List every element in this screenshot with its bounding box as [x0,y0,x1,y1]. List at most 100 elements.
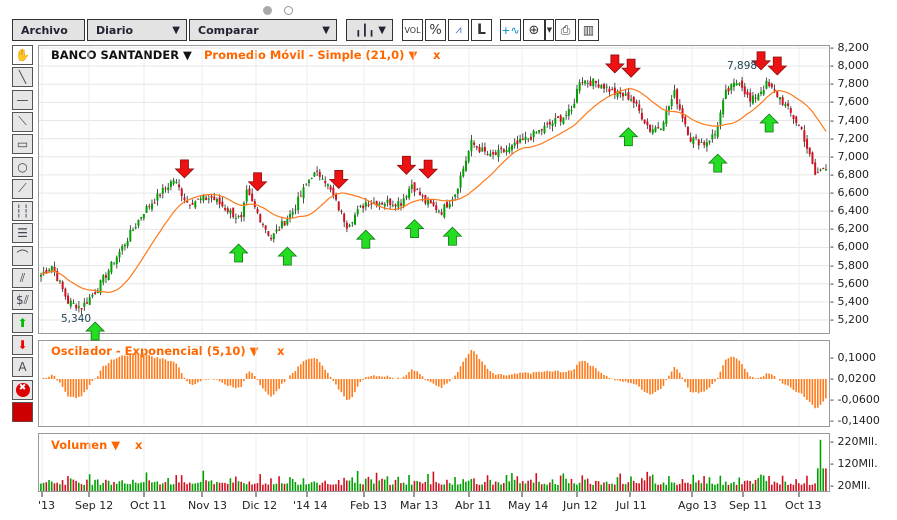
price-tick-label: - 8,000 [830,59,869,73]
volume-bar [638,483,640,491]
oscillator-bar [467,353,470,379]
sell-signal-arrow [328,169,349,189]
oscillator-bar [754,378,757,379]
volume-bar [578,482,581,491]
oscillator-bar [608,377,611,379]
oscillator-bar [532,372,535,379]
oscillator-bar [819,379,822,405]
candle-body [600,85,603,89]
oscillator-bar [378,376,381,379]
oscillator-bar [364,377,367,379]
oscillator-bar [234,379,237,389]
volume-bar [519,483,521,491]
volume-bar [670,482,673,491]
volume-bar [272,484,275,491]
candle-body [630,99,633,101]
candle-body [751,95,754,104]
candle-body [632,96,635,104]
volume-bar [142,482,145,491]
volume-bar [335,484,337,491]
candle-body [578,82,581,91]
volume-bar [270,478,272,491]
volume-bar [668,476,670,491]
sell-signal-arrow [418,159,439,179]
candle-body [337,201,340,211]
candle-body [505,150,508,153]
volume-bar [132,479,134,491]
candle-body [275,229,278,232]
oscillator-bar [513,373,516,379]
candle-body [264,225,267,230]
volume-bar [297,484,299,491]
candle-body [437,210,440,212]
volume-bar [473,478,475,491]
volume-bar [770,484,773,491]
candle-body [778,97,781,100]
candle-body [161,187,164,194]
oscillator-bar [199,379,202,382]
volume-bar [787,484,789,491]
oscillator-bar [603,375,605,379]
oscillator-bar [278,379,280,389]
candle-body [651,129,654,134]
oscillator-bar [140,353,142,379]
volume-bar [762,475,765,491]
candle-body [324,180,327,184]
oscillator-bar [45,377,48,379]
oscillator-bar [760,377,762,379]
candle-body [524,136,527,141]
volume-bar [551,479,554,491]
candle-body [741,80,744,88]
candle-body [640,112,643,120]
oscillator-bar [205,379,207,380]
volume-bar [148,480,150,491]
candle-body [297,196,300,210]
candle-body [492,152,495,155]
oscillator-bar [224,379,226,385]
oscillator-bar [657,379,659,391]
candle-body [402,198,405,207]
volume-bar [134,482,137,491]
volume-bar [779,484,781,491]
oscillator-bar [259,379,261,386]
volume-bar [159,484,161,491]
oscillator-bar [408,371,410,379]
oscillator-bar [345,379,348,401]
volume-bar [343,477,345,491]
volume-bar [700,483,703,491]
candle-body [776,91,779,97]
volume-bar [56,482,58,491]
oscillator-bar [665,379,667,381]
candle-body [513,142,516,146]
candle-body [102,275,105,283]
candle-body [816,172,819,174]
candle-body [649,124,652,132]
volume-bar [88,474,91,491]
volume-bar [386,476,389,491]
volume-bar [462,479,464,491]
buy-signal-arrow [228,243,249,263]
candle-body [80,308,83,310]
volume-bar [278,476,280,491]
x-axis-label: Oct 13 [785,499,822,512]
oscillator-bar [313,358,316,379]
oscillator-bar [294,371,297,379]
oscillator-bar [524,372,527,379]
candle-body [207,198,210,200]
volume-bar [429,484,432,491]
sell-signal-arrow [621,58,642,78]
candle-body [61,281,64,290]
volume-bar [99,484,102,491]
candle-body [132,229,135,231]
oscillator-bar [816,379,819,408]
candle-body [478,146,481,153]
candle-body [719,112,722,125]
oscillator-bar [638,379,640,387]
candle-body [69,300,72,307]
candle-body [340,210,343,212]
volume-bar [69,478,72,491]
volume-bar [581,475,584,491]
candle-body [559,115,562,122]
oscillator-bar [762,376,765,379]
oscillator-bar [226,379,229,386]
